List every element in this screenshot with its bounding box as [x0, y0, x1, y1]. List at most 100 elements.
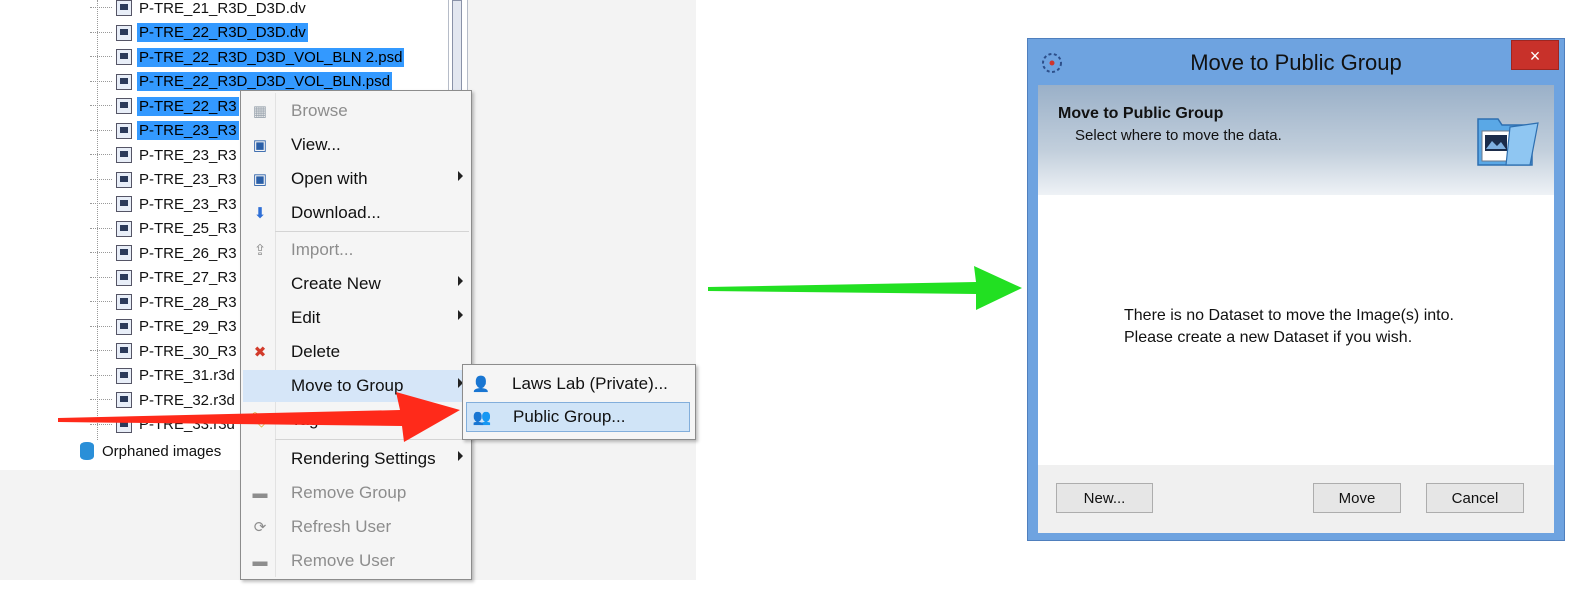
- tree-item-label: P-TRE_23_R3: [139, 146, 237, 164]
- tree-item[interactable]: P-TRE_29_R3: [90, 315, 239, 339]
- menu-item-create-new[interactable]: Create New: [243, 268, 469, 300]
- menu-item-edit[interactable]: Edit: [243, 302, 469, 334]
- image-file-icon: [116, 73, 132, 90]
- image-file-icon: [116, 0, 132, 16]
- tree-item[interactable]: P-TRE_21_R3D_D3D.dv: [90, 0, 308, 20]
- menu-item-label: Delete: [291, 342, 341, 361]
- image-file-icon: [116, 392, 132, 408]
- submenu-item-label: Laws Lab (Private)...: [512, 374, 668, 393]
- cancel-button[interactable]: Cancel: [1426, 483, 1524, 513]
- tree-item-label: Orphaned images: [102, 442, 222, 460]
- browse-icon: ▦: [252, 103, 268, 120]
- menu-item-label: Open with: [291, 169, 368, 188]
- image-file-icon: [116, 122, 132, 139]
- tree-connector: [90, 252, 112, 254]
- tree-item[interactable]: P-TRE_30_R3: [90, 339, 239, 363]
- tree-connector: [90, 178, 112, 181]
- tree-item[interactable]: P-TRE_23_R3: [90, 192, 239, 216]
- submenu-item-laws-lab-private[interactable]: 👤 Laws Lab (Private)...: [466, 369, 690, 399]
- tree-connector: [90, 129, 112, 132]
- tree-connector: [90, 276, 112, 279]
- scrollbar-thumb[interactable]: [452, 0, 462, 96]
- new-button[interactable]: New...: [1056, 483, 1153, 513]
- tree-item-label: P-TRE_29_R3: [139, 318, 237, 335]
- tree-item-label: P-TRE_27_R3: [139, 269, 237, 286]
- view-icon: ▣: [252, 137, 268, 154]
- image-file-icon: [116, 367, 132, 384]
- dialog-titlebar[interactable]: Move to Public Group ×: [1028, 39, 1564, 85]
- context-menu: ▦ Browse ▣ View... ▣ Open with ⬇ Download... ⇪ Im…: [240, 90, 472, 580]
- tree-connector: [90, 56, 112, 58]
- menu-item-tag[interactable]: 🏷 Tag: [243, 404, 469, 436]
- move-to-group-submenu: 👤 Laws Lab (Private)... 👥 Public Group...: [462, 364, 696, 440]
- menu-item-label: Tag: [291, 410, 319, 429]
- tree-item[interactable]: P-TRE_32.r3d: [90, 388, 237, 412]
- move-button[interactable]: Move: [1313, 483, 1401, 513]
- menu-item-remove-user[interactable]: ▬ Remove User: [243, 545, 469, 577]
- close-button[interactable]: ×: [1511, 40, 1559, 70]
- tree-item-label: P-TRE_23_R3: [139, 195, 237, 213]
- menu-item-move-to-group[interactable]: Move to Group: [243, 370, 469, 402]
- image-file-icon: [116, 220, 132, 237]
- menu-item-refresh-user[interactable]: ⟳ Refresh User: [243, 511, 469, 543]
- tree-item-label: P-TRE_22_R3D_D3D.dv: [137, 23, 308, 42]
- menu-item-remove-group[interactable]: ▬ Remove Group: [243, 477, 469, 509]
- tree-connector: [90, 374, 112, 377]
- menu-item-download[interactable]: ⬇ Download...: [243, 197, 469, 229]
- tag-icon: 🏷: [250, 412, 270, 429]
- menu-item-delete[interactable]: ✖ Delete: [243, 336, 469, 368]
- tree-item[interactable]: P-TRE_23_R3: [90, 143, 239, 167]
- tree-item[interactable]: P-TRE_33.r3d: [90, 413, 237, 437]
- tree-item[interactable]: P-TRE_22_R3D_D3D.dv: [90, 21, 308, 45]
- menu-item-browse[interactable]: ▦ Browse: [243, 95, 469, 127]
- menu-item-label: Move to Group: [291, 376, 404, 395]
- tree-item-label: P-TRE_33.r3d: [139, 416, 235, 433]
- tree-scrollbar[interactable]: [448, 0, 468, 96]
- tree-item[interactable]: P-TRE_31.r3d: [90, 364, 237, 388]
- tree-item[interactable]: P-TRE_28_R3: [90, 290, 239, 314]
- tree-connector: [90, 31, 112, 34]
- image-file-icon: [116, 318, 132, 335]
- menu-item-view[interactable]: ▣ View...: [243, 129, 469, 161]
- tree-item-label: P-TRE_21_R3D_D3D.dv: [139, 0, 306, 17]
- menu-item-label: Browse: [291, 101, 348, 120]
- image-file-icon: [116, 49, 132, 65]
- menu-item-rendering-settings[interactable]: Rendering Settings: [243, 443, 469, 475]
- download-icon: ⬇: [253, 205, 267, 222]
- tree-item-label: P-TRE_23_R3: [137, 121, 239, 140]
- group-icon: 👥: [472, 409, 492, 426]
- submenu-arrow-icon: [458, 171, 463, 181]
- refresh-icon: ⟳: [253, 519, 267, 536]
- tree-connector: [90, 350, 112, 352]
- import-icon: ⇪: [253, 242, 267, 259]
- tree-item[interactable]: P-TRE_23_R3: [90, 119, 239, 143]
- image-file-icon: [116, 343, 132, 359]
- tree-item-label: P-TRE_26_R3: [139, 244, 237, 262]
- remove-group-icon: ▬: [252, 484, 268, 502]
- menu-item-label: Import...: [291, 240, 354, 259]
- image-file-icon: [116, 147, 132, 163]
- menu-item-label: Create New: [291, 274, 381, 293]
- tree-item[interactable]: P-TRE_22_R3: [90, 94, 239, 118]
- image-file-icon: [116, 196, 132, 212]
- submenu-item-public-group[interactable]: 👥 Public Group...: [466, 402, 690, 432]
- menu-separator: [275, 231, 469, 232]
- menu-item-import[interactable]: ⇪ Import...: [243, 234, 469, 266]
- image-file-icon: [116, 245, 132, 261]
- tree-item[interactable]: P-TRE_27_R3: [90, 266, 239, 290]
- submenu-arrow-icon: [458, 310, 463, 320]
- tree-item[interactable]: P-TRE_25_R3: [90, 217, 239, 241]
- tree-connector: [90, 7, 112, 9]
- image-file-icon: [116, 171, 132, 188]
- tree-item-label: P-TRE_22_R3D_D3D_VOL_BLN 2.psd: [137, 47, 405, 67]
- tree-item-orphaned-images[interactable]: Orphaned images: [80, 440, 223, 462]
- tree-item-label: P-TRE_25_R3: [139, 220, 237, 237]
- tree-item[interactable]: P-TRE_22_R3D_D3D_VOL_BLN 2.psd: [90, 45, 405, 69]
- menu-item-label: Rendering Settings: [291, 449, 436, 468]
- menu-item-open-with[interactable]: ▣ Open with: [243, 163, 469, 195]
- image-file-icon: [116, 269, 132, 286]
- submenu-arrow-icon: [458, 276, 463, 286]
- banner-subtitle: Select where to move the data.: [1075, 127, 1282, 144]
- tree-item[interactable]: P-TRE_26_R3: [90, 241, 239, 265]
- tree-item[interactable]: P-TRE_23_R3: [90, 168, 239, 192]
